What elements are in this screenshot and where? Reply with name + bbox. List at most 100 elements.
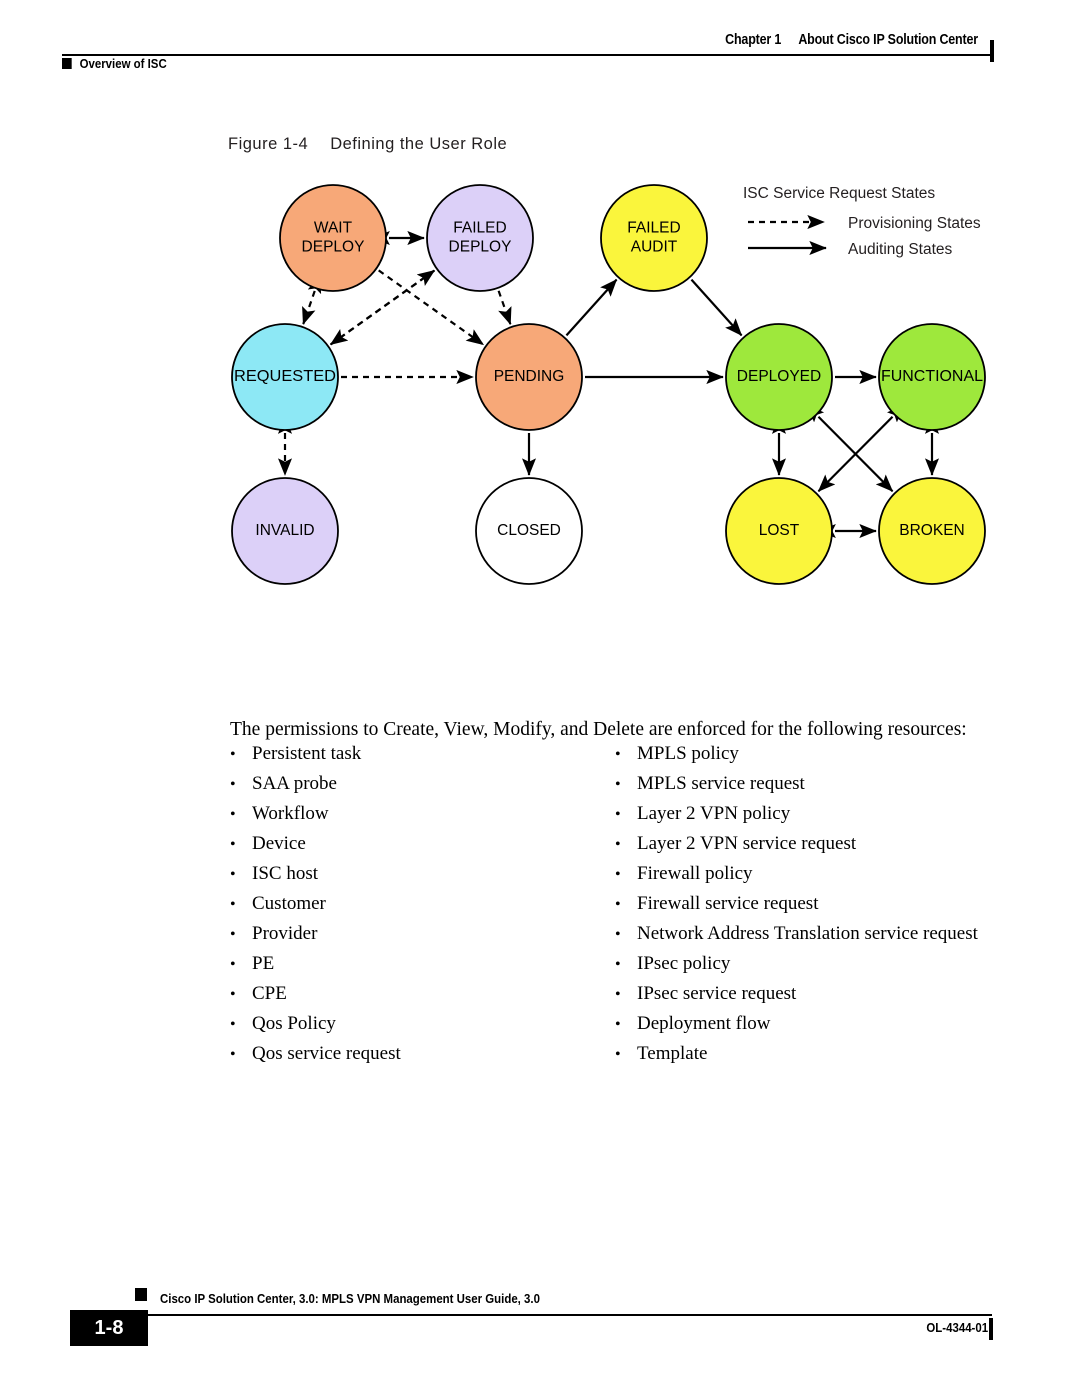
state-node-label: AUDIT <box>631 239 678 256</box>
footer-doc-id: OL-4344-01 <box>926 1320 988 1335</box>
bullet-icon: • <box>615 776 621 793</box>
resource-item-label: Workflow <box>252 803 329 824</box>
bullet-icon: • <box>230 896 236 913</box>
resource-item-label: Persistent task <box>252 743 362 764</box>
resource-lists: • Persistent task • SAA probe • Workflow • Devi… <box>230 744 1000 1074</box>
bullet-icon: • <box>615 1016 621 1033</box>
page-number: 1-8 <box>70 1310 148 1346</box>
bullet-icon: • <box>615 1046 621 1063</box>
resource-item: • Deployment flow <box>615 1014 1000 1044</box>
bullet-icon: • <box>230 926 236 943</box>
header-section-label: Overview of ISC <box>79 56 167 71</box>
legend-title: ISC Service Request States <box>743 185 935 202</box>
resource-item-label: Qos service request <box>252 1043 401 1064</box>
resource-item-label: Device <box>252 833 306 854</box>
state-node-failed-deploy: FAILED DEPLOY <box>426 184 534 292</box>
state-node-deployed: DEPLOYED <box>725 323 833 431</box>
bullet-icon: • <box>615 956 621 973</box>
resource-item: • CPE <box>230 984 615 1014</box>
header-rule <box>62 54 992 56</box>
figure-number: Figure 1-4 <box>228 135 309 153</box>
state-node-label: LOST <box>759 522 800 539</box>
state-node-label: FAILED <box>453 220 506 237</box>
header-chapter-info: Chapter 1 About Cisco IP Solution Center <box>725 32 978 48</box>
state-node-pending: PENDING <box>475 323 583 431</box>
resource-item-label: Qos Policy <box>252 1013 336 1034</box>
bullet-icon: • <box>230 836 236 853</box>
footer-rule-cap <box>989 1318 993 1340</box>
state-node-label: WAIT <box>314 220 353 237</box>
resource-item: • Firewall policy <box>615 864 1000 894</box>
figure-title: Defining the User Role <box>330 135 508 153</box>
state-node-invalid: INVALID <box>231 477 339 585</box>
resource-item: • Qos Policy <box>230 1014 615 1044</box>
state-node-label: FAILED <box>627 220 680 237</box>
bullet-icon: • <box>230 956 236 973</box>
state-node-label: DEPLOY <box>302 239 365 256</box>
state-node-label: REQUESTED <box>234 368 336 385</box>
header-rule-cap <box>990 40 994 62</box>
resource-item-label: Network Address Translation service requ… <box>637 923 978 944</box>
resource-item-label: Layer 2 VPN service request <box>637 833 857 854</box>
bullet-icon: • <box>230 806 236 823</box>
resource-item-label: MPLS policy <box>637 743 739 764</box>
diagram-legend: ISC Service Request States Provisioning … <box>743 185 981 258</box>
resource-item-label: SAA probe <box>252 773 337 794</box>
resource-item: • IPsec service request <box>615 984 1000 1014</box>
legend-item-1-label: Auditing States <box>848 241 953 258</box>
resource-item: • ISC host <box>230 864 615 894</box>
resource-item-label: Firewall policy <box>637 863 753 884</box>
state-node-label: CLOSED <box>497 522 561 539</box>
figure-caption: Figure 1-4 Defining the User Role <box>228 135 507 154</box>
state-node-label: INVALID <box>255 522 314 539</box>
header-chapter-title: About Cisco IP Solution Center <box>798 32 978 48</box>
state-node-requested: REQUESTED <box>231 323 339 431</box>
resource-item: • MPLS service request <box>615 774 1000 804</box>
state-node-lost: LOST <box>725 477 833 585</box>
page-footer: Cisco IP Solution Center, 3.0: MPLS VPN … <box>0 1288 1080 1380</box>
bullet-icon: • <box>615 836 621 853</box>
bullet-icon: • <box>615 746 621 763</box>
bullet-icon: • <box>615 866 621 883</box>
transition-wait-deploy-to-requested <box>302 275 322 325</box>
resource-item: • Device <box>230 834 615 864</box>
bullet-icon: • <box>230 776 236 793</box>
transition-failed-deploy-to-pending <box>497 290 512 326</box>
header-chapter-number: Chapter 1 <box>725 32 782 48</box>
resource-item-label: PE <box>252 953 275 974</box>
bullet-icon: • <box>615 926 621 943</box>
resource-item: • Provider <box>230 924 615 954</box>
resource-list-left: • Persistent task • SAA probe • Workflow • Devi… <box>230 744 615 1074</box>
state-node-functional: FUNCTIONAL <box>878 323 986 431</box>
state-diagram-canvas: WAIT DEPLOY FAILED DEPLOY FAILED AUDIT REQUEST… <box>231 184 986 585</box>
footer-title: Cisco IP Solution Center, 3.0: MPLS VPN … <box>160 1291 540 1306</box>
resource-item: • Persistent task <box>230 744 615 774</box>
transition-edges <box>277 230 940 539</box>
resource-item: • PE <box>230 954 615 984</box>
resource-item: • IPsec policy <box>615 954 1000 984</box>
bullet-icon: • <box>615 986 621 1003</box>
resource-item: • Customer <box>230 894 615 924</box>
resource-item-label: Layer 2 VPN policy <box>637 803 791 824</box>
resource-item-label: Firewall service request <box>637 893 819 914</box>
resource-item: • Template <box>615 1044 1000 1074</box>
state-node-label: DEPLOY <box>449 239 512 256</box>
resource-item: • Workflow <box>230 804 615 834</box>
resource-list-right: • MPLS policy • MPLS service request • Layer … <box>615 744 1000 1074</box>
resource-item: • Layer 2 VPN service request <box>615 834 1000 864</box>
resource-item-label: CPE <box>252 983 287 1004</box>
bullet-icon: • <box>230 1046 236 1063</box>
intro-paragraph: The permissions to Create, View, Modify,… <box>230 718 967 740</box>
bullet-icon: • <box>230 1016 236 1033</box>
resource-item: • SAA probe <box>230 774 615 804</box>
resource-item: • Firewall service request <box>615 894 1000 924</box>
state-node-label: FUNCTIONAL <box>881 368 983 385</box>
resource-item: • Layer 2 VPN policy <box>615 804 1000 834</box>
resource-item-label: Provider <box>252 923 318 944</box>
resource-item-label: ISC host <box>252 863 318 884</box>
state-node-broken: BROKEN <box>878 477 986 585</box>
footer-rule <box>118 1314 992 1316</box>
bullet-icon: • <box>230 746 236 763</box>
state-node-closed: CLOSED <box>475 477 583 585</box>
legend-item-0-label: Provisioning States <box>848 215 981 232</box>
